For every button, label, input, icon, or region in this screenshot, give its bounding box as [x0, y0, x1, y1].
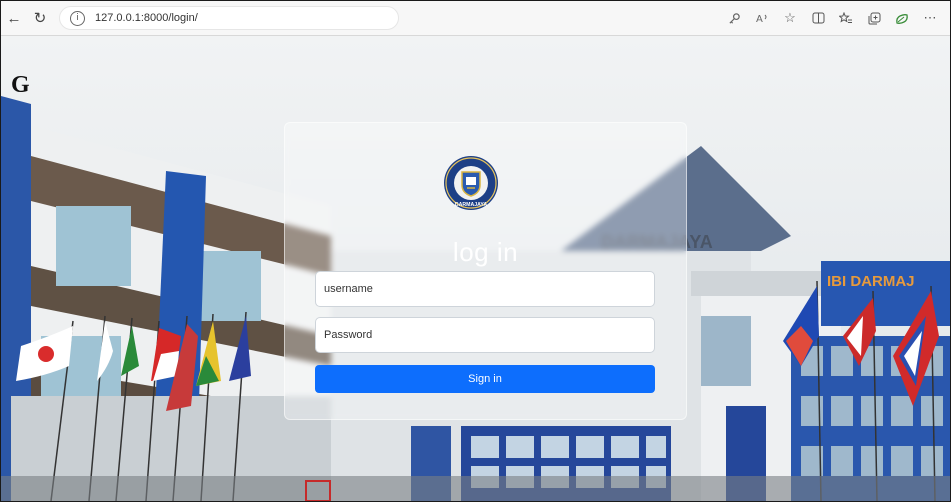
back-arrow-icon[interactable]: ←: [1, 5, 27, 31]
university-logo: DARMAJAYA: [443, 155, 499, 216]
read-aloud-icon[interactable]: A: [748, 5, 776, 31]
username-input[interactable]: [315, 271, 655, 307]
corner-letter: G: [11, 72, 30, 98]
favorites-icon[interactable]: [832, 5, 860, 31]
url-text[interactable]: 127.0.0.1:8000/login/: [95, 12, 198, 24]
browser-toolbar: ← ↻ i 127.0.0.1:8000/login/ A ☆ ⋯: [1, 1, 950, 36]
info-icon[interactable]: i: [70, 10, 85, 26]
browser-window: ← ↻ i 127.0.0.1:8000/login/ A ☆ ⋯ DARMAJ…: [0, 0, 951, 502]
side-sign-text: IBI DARMAJ: [827, 273, 915, 290]
password-input[interactable]: [315, 317, 655, 353]
extensions-icon[interactable]: [888, 5, 916, 31]
address-bar[interactable]: i 127.0.0.1:8000/login/: [59, 6, 399, 30]
favorite-star-icon[interactable]: ☆: [776, 5, 804, 31]
login-title: log in: [452, 237, 519, 267]
login-page: DARMAJAYA IBI DARMAJ G DARMAJAYA log in …: [1, 36, 950, 501]
sign-in-button[interactable]: Sign in: [315, 365, 655, 393]
logo-text: DARMAJAYA: [455, 202, 487, 208]
key-icon[interactable]: [720, 5, 748, 31]
svg-text:A: A: [756, 14, 763, 25]
split-screen-icon[interactable]: [804, 5, 832, 31]
login-card: DARMAJAYA log in Sign in: [284, 122, 687, 420]
toolbar-right-icons: A ☆ ⋯: [720, 5, 950, 31]
refresh-icon[interactable]: ↻: [27, 5, 53, 31]
collections-icon[interactable]: [860, 5, 888, 31]
more-icon[interactable]: ⋯: [916, 5, 944, 31]
